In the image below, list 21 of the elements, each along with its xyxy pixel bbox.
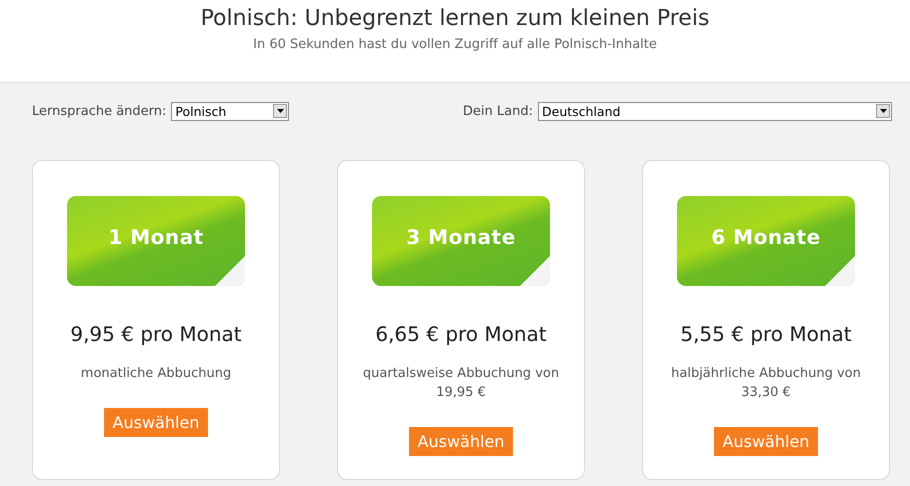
plan-price: 9,95 € pro Monat — [70, 322, 242, 346]
select-field[interactable]: Deutschland — [538, 102, 892, 120]
page-curl-icon — [215, 256, 245, 286]
page-title: Polnisch: Unbegrenzt lernen zum kleinen Preis — [200, 5, 710, 31]
page-curl-icon — [825, 256, 855, 286]
billing-note: quartalsweise Abbuchung von 19,95 € — [362, 365, 560, 402]
select-button[interactable]: Auswählen — [408, 427, 514, 456]
plan-price: 6,65 € pro Monat — [375, 322, 547, 346]
plan-badge: 6 Monate — [677, 196, 855, 286]
plan-badge: 3 Monate — [372, 196, 550, 286]
page-curl-icon — [520, 256, 550, 286]
plan-price: 5,55 € pro Monat — [680, 322, 852, 346]
billing-note: monatliche Abbuchung — [80, 365, 232, 383]
plan-badge: 1 Monat — [67, 196, 245, 286]
select-label: Lernsprache ändern: — [32, 104, 166, 118]
select-label: Dein Land: — [462, 104, 533, 118]
page-subtitle: In 60 Sekunden hast du vollen Zugriff auf alle Polnisch-Inhalte — [253, 37, 657, 52]
select-field[interactable]: Polnisch — [171, 102, 290, 120]
billing-note: halbjährliche Abbuchung von 33,30 € — [670, 365, 862, 402]
select-button[interactable]: Auswählen — [104, 408, 208, 437]
select-button[interactable]: Auswählen — [714, 427, 818, 456]
